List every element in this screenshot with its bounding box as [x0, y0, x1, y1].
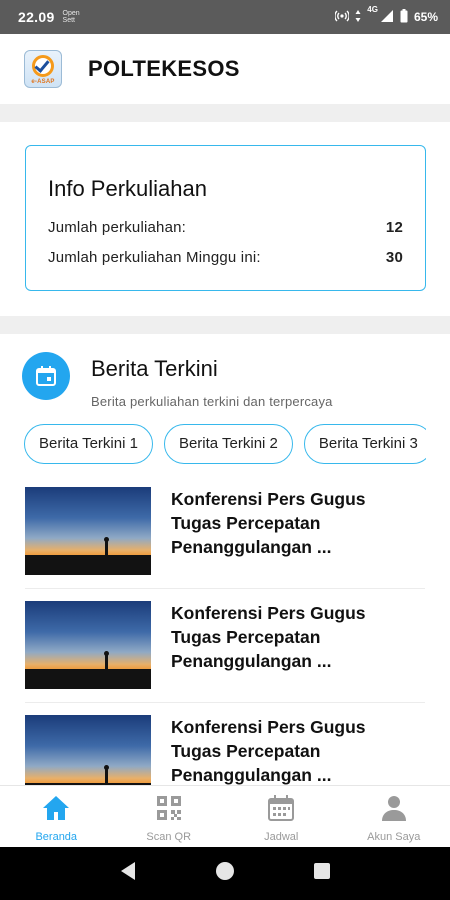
status-bar: 22.09 Open Sett 4G 65% — [0, 0, 450, 34]
nav-label: Beranda — [35, 831, 78, 843]
info-row-value: 30 — [385, 248, 403, 266]
network-type: 4G — [367, 4, 378, 14]
nav-label: Akun Saya — [367, 831, 421, 843]
home-icon — [41, 794, 71, 827]
news-list[interactable]: Konferensi Pers Gugus Tugas Percepatan P… — [25, 475, 425, 785]
news-headline-line: Konferensi Pers Gugus — [171, 717, 366, 737]
recents-icon[interactable] — [313, 862, 331, 885]
qr-code-icon — [155, 794, 183, 827]
calendar-icon — [267, 794, 295, 827]
news-headline-line: Penanggulangan ... — [171, 765, 332, 785]
nav-jadwal[interactable]: Jadwal — [225, 786, 338, 847]
nav-label: Jadwal — [264, 831, 299, 843]
info-card-title: Info Perkuliahan — [48, 176, 207, 201]
news-section-title: Berita Terkini — [91, 356, 218, 381]
battery-level: 65% — [413, 10, 438, 24]
news-item[interactable]: Konferensi Pers Gugus Tugas Percepatan P… — [25, 475, 425, 589]
nav-beranda[interactable]: Beranda — [0, 786, 113, 847]
person-icon — [380, 794, 408, 827]
info-row: Jumlah perkuliahan Minggu ini: 30 — [48, 242, 403, 272]
data-arrows-icon — [355, 9, 361, 25]
news-header: Berita Terkini Berita perkuliahan terkin… — [22, 352, 432, 416]
news-section-subtitle: Berita perkuliahan terkini dan terpercay… — [91, 394, 333, 409]
app-bar: e-ASAP POLTEKESOS — [0, 34, 450, 104]
app-logo: e-ASAP — [24, 50, 62, 88]
news-thumbnail — [25, 715, 151, 785]
bottom-navigation: Beranda Scan QR Jadwal Akun Saya — [0, 785, 450, 847]
news-headline[interactable]: Konferensi Pers Gugus Tugas Percepatan P… — [171, 715, 366, 785]
news-headline-line: Penanggulangan ... — [171, 537, 332, 557]
info-row: Jumlah perkuliahan: 12 — [48, 212, 403, 242]
hotspot-icon — [334, 9, 351, 26]
back-icon[interactable] — [119, 861, 137, 886]
news-item[interactable]: Konferensi Pers Gugus Tugas Percepatan P… — [25, 703, 425, 785]
nav-akun-saya[interactable]: Akun Saya — [338, 786, 450, 847]
nav-label: Scan QR — [146, 831, 192, 843]
app-title: POLTEKESOS — [88, 56, 240, 81]
news-headline-line: Tugas Percepatan — [171, 627, 321, 647]
section-divider — [0, 316, 450, 334]
calendar-icon — [22, 352, 70, 400]
info-row-value: 12 — [385, 218, 403, 236]
section-divider — [0, 104, 450, 122]
home-circle-icon[interactable] — [215, 861, 235, 886]
info-row-label: Jumlah perkuliahan: — [48, 218, 187, 236]
news-item[interactable]: Konferensi Pers Gugus Tugas Percepatan P… — [25, 589, 425, 703]
news-headline-line: Tugas Percepatan — [171, 513, 321, 533]
news-thumbnail — [25, 601, 151, 689]
system-navigation-bar — [0, 847, 450, 900]
news-headline-line: Tugas Percepatan — [171, 741, 321, 761]
news-headline-line: Konferensi Pers Gugus — [171, 603, 366, 623]
logo-text: e-ASAP — [31, 79, 55, 85]
news-thumbnail — [25, 487, 151, 575]
battery-icon — [400, 8, 408, 26]
status-time: 22.09 — [18, 9, 55, 25]
chip-berita-terkini-1[interactable]: Berita Terkini 1 — [24, 424, 153, 464]
news-headline[interactable]: Konferensi Pers Gugus Tugas Percepatan P… — [171, 487, 366, 588]
info-card: Info Perkuliahan Jumlah perkuliahan: 12 … — [25, 145, 426, 291]
info-row-label: Jumlah perkuliahan Minggu ini: — [48, 248, 261, 266]
news-headline-line: Penanggulangan ... — [171, 651, 332, 671]
news-headline[interactable]: Konferensi Pers Gugus Tugas Percepatan P… — [171, 601, 366, 702]
signal-icon — [380, 9, 394, 26]
nav-scan-qr[interactable]: Scan QR — [113, 786, 226, 847]
notification-text: Open Sett — [62, 10, 80, 24]
chip-berita-terkini-2[interactable]: Berita Terkini 2 — [163, 424, 293, 464]
news-headline-line: Konferensi Pers Gugus — [171, 489, 366, 509]
status-icons: 4G 65% — [334, 5, 438, 26]
chip-berita-terkini-3[interactable]: Berita Terkini 3 — [303, 424, 426, 464]
news-category-chips[interactable]: Berita Terkini 1 Berita Terkini 2 Berita T… — [24, 424, 426, 466]
